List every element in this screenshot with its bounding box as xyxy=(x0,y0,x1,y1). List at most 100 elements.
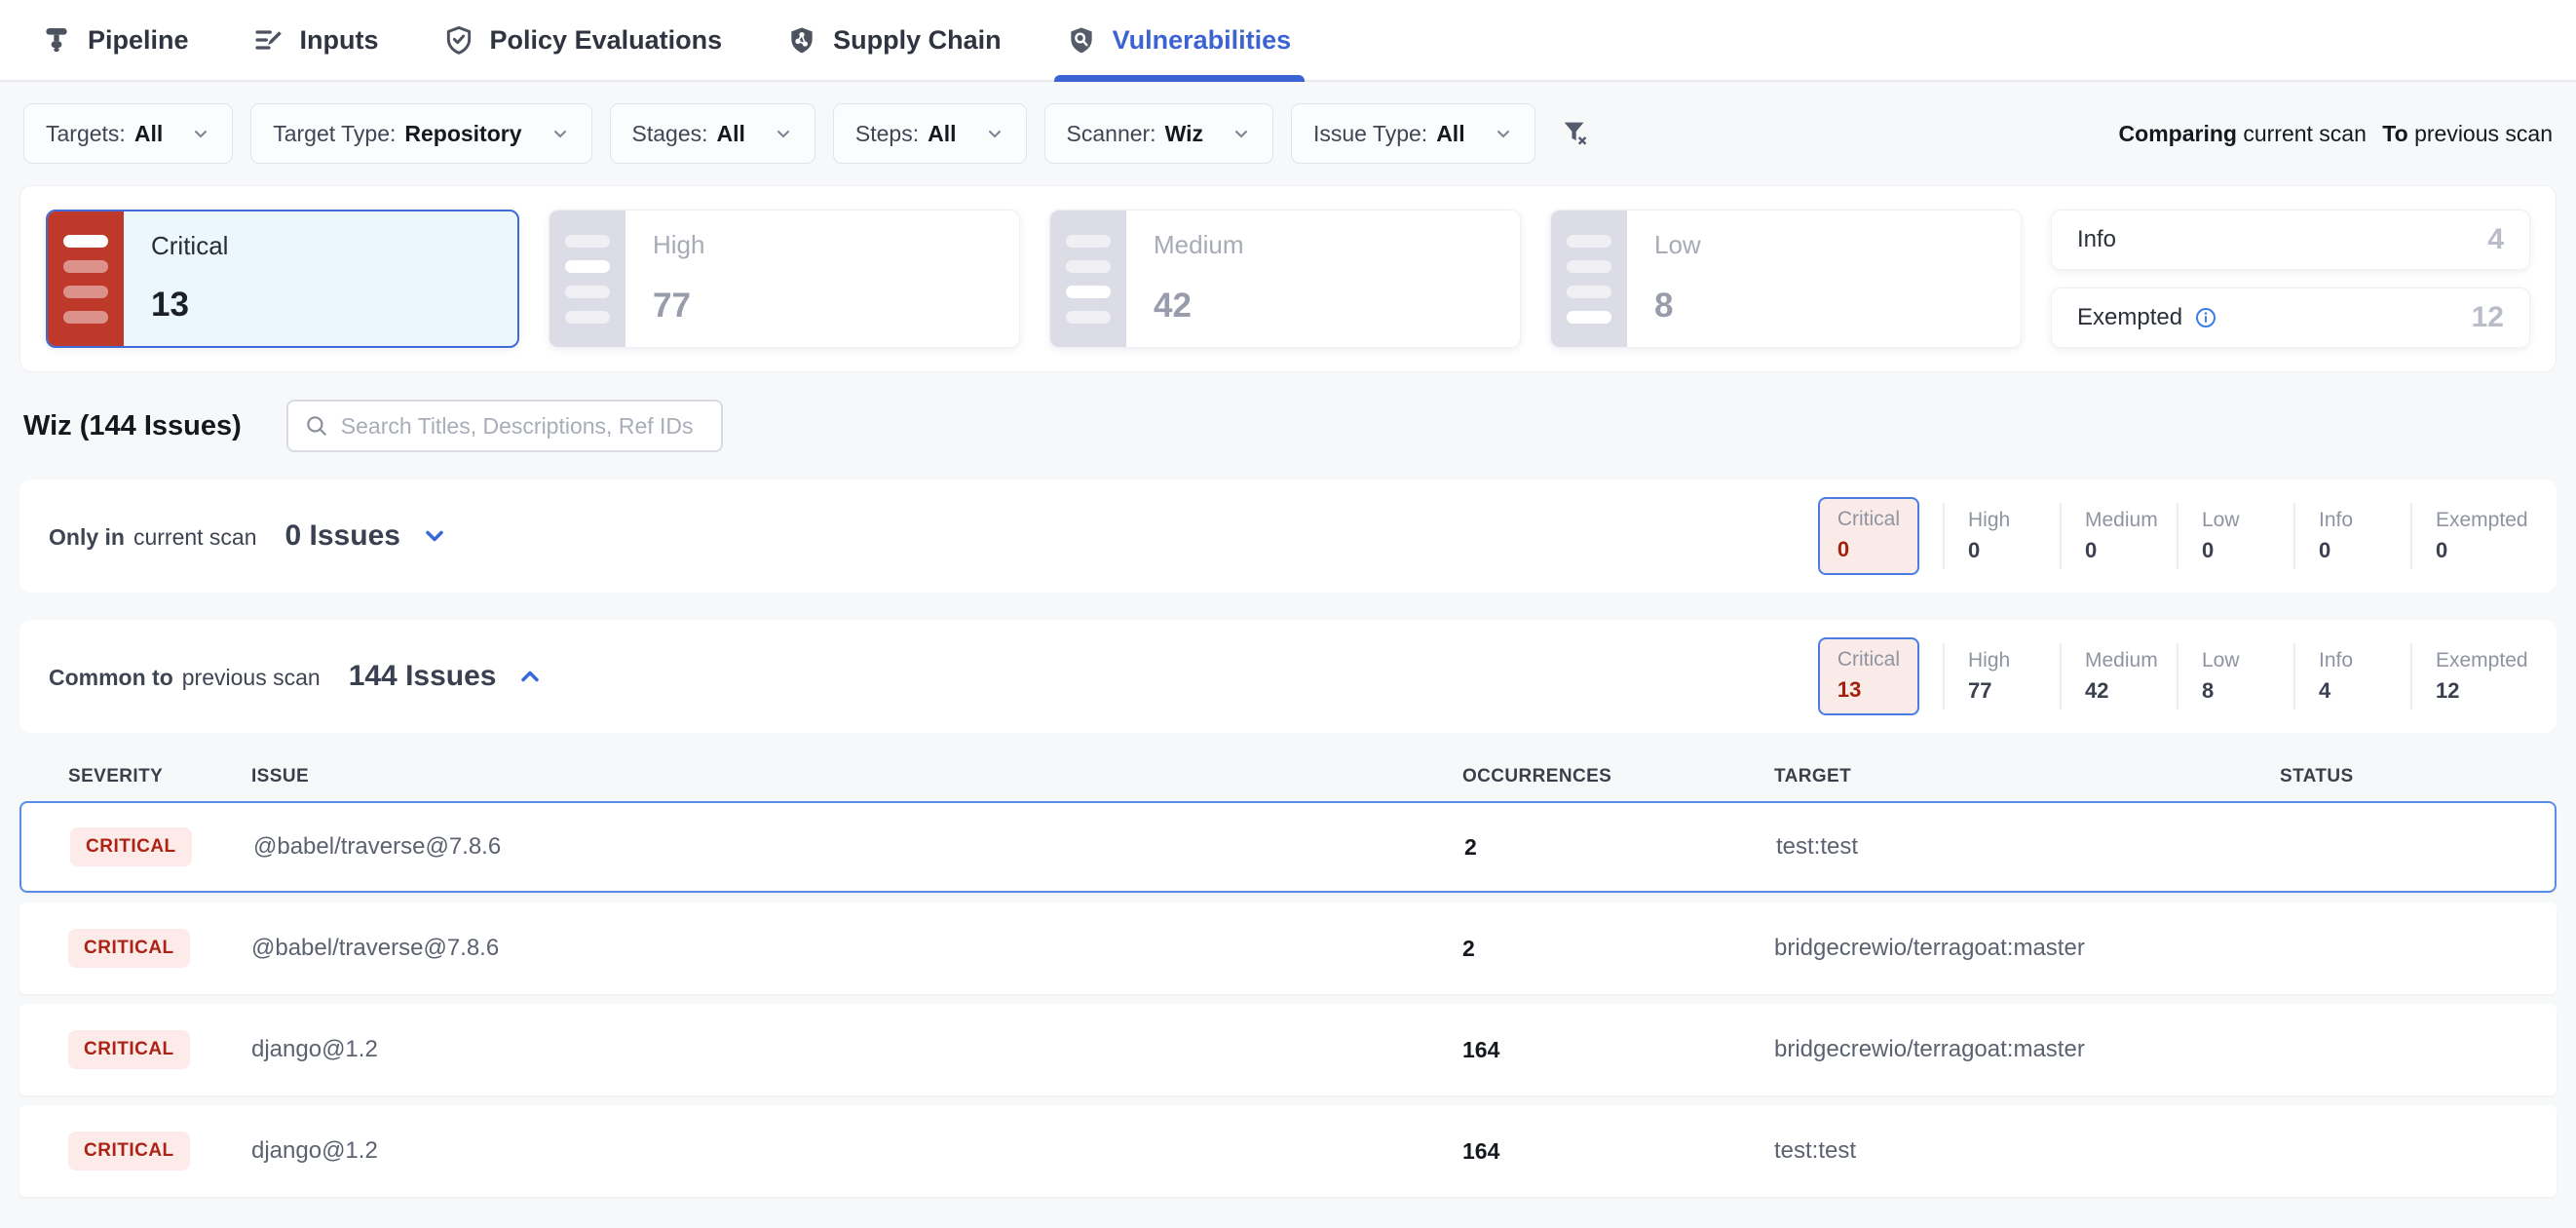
severity-badge: CRITICAL xyxy=(68,1030,190,1069)
chevron-down-icon xyxy=(1231,124,1251,143)
section-issue-count: 144 Issues xyxy=(349,660,497,693)
count-chip-medium[interactable]: Medium 42 xyxy=(2060,643,2177,710)
severity-card-label: Medium xyxy=(1154,230,1243,260)
tab-inputs[interactable]: Inputs xyxy=(253,0,379,80)
severity-card-high[interactable]: High 77 xyxy=(549,210,1020,348)
filter-label: Targets: xyxy=(46,121,126,147)
count-chip-critical[interactable]: Critical 0 xyxy=(1818,497,1919,575)
chevron-down-icon[interactable] xyxy=(421,522,448,550)
tab-vulnerabilities[interactable]: Vulnerabilities xyxy=(1066,0,1292,80)
count-value: 0 xyxy=(2436,538,2527,563)
column-header-issue: ISSUE xyxy=(251,766,1462,787)
count-label: Critical xyxy=(1837,648,1900,672)
count-chip-medium[interactable]: Medium 0 xyxy=(2060,503,2177,569)
tab-label: Vulnerabilities xyxy=(1113,25,1292,56)
count-chip-info[interactable]: Info 4 xyxy=(2293,643,2410,710)
section-prefix: Common to xyxy=(49,665,173,691)
comparing-bold: Comparing xyxy=(2119,121,2237,146)
count-label: Low xyxy=(2202,509,2293,532)
filter-bar: Targets: All Target Type: Repository Sta… xyxy=(0,82,2576,181)
severity-card-low[interactable]: Low 8 xyxy=(1550,210,2022,348)
severity-card-medium[interactable]: Medium 42 xyxy=(1049,210,1521,348)
info-exempted-column: Info 4 Exempted 12 xyxy=(2051,210,2530,348)
exempted-card[interactable]: Exempted 12 xyxy=(2051,288,2530,348)
shield-search-icon xyxy=(1066,24,1097,56)
only-current-scan-panel: Only in current scan 0 Issues Critical 0… xyxy=(19,480,2557,593)
comparing-text: previous scan xyxy=(2414,121,2553,146)
count-value: 13 xyxy=(1837,677,1900,703)
tab-label: Inputs xyxy=(300,25,379,56)
search-input[interactable] xyxy=(341,413,705,440)
severity-card-label: Low xyxy=(1654,230,1701,260)
occurrences-cell: 2 xyxy=(1464,834,1776,861)
inputs-icon xyxy=(253,24,284,56)
severity-card-label: High xyxy=(653,230,704,260)
exempted-card-label: Exempted xyxy=(2077,304,2182,331)
count-value: 0 xyxy=(1968,538,2060,563)
severity-summary-band: Critical 13 High 77 Medium 42 Low 8 I xyxy=(19,185,2557,372)
severity-card-critical[interactable]: Critical 13 xyxy=(46,210,519,348)
filter-scanner[interactable]: Scanner: Wiz xyxy=(1044,103,1273,164)
filter-issue-type[interactable]: Issue Type: All xyxy=(1291,103,1535,164)
filter-label: Scanner: xyxy=(1067,121,1156,147)
tab-pipeline[interactable]: Pipeline xyxy=(41,0,189,80)
count-label: High xyxy=(1968,509,2060,532)
filter-label: Issue Type: xyxy=(1313,121,1427,147)
exempted-card-value: 12 xyxy=(2472,301,2504,334)
severity-counts-group: Critical 13 High 77 Medium 42 Low 8 Info… xyxy=(1818,637,2527,715)
filter-steps[interactable]: Steps: All xyxy=(833,103,1027,164)
count-chip-critical[interactable]: Critical 13 xyxy=(1818,637,1919,715)
target-cell: test:test xyxy=(1776,833,2282,861)
only-current-scan-toggle[interactable]: Only in current scan 0 Issues xyxy=(49,519,448,553)
info-card[interactable]: Info 4 xyxy=(2051,210,2530,270)
count-label: Medium xyxy=(2085,649,2177,672)
count-label: Exempted xyxy=(2436,509,2527,532)
count-chip-high[interactable]: High 0 xyxy=(1943,503,2060,569)
common-previous-scan-toggle[interactable]: Common to previous scan 144 Issues xyxy=(49,660,544,693)
tab-label: Policy Evaluations xyxy=(490,25,723,56)
count-label: Low xyxy=(2202,649,2293,672)
clear-filters-icon[interactable] xyxy=(1559,117,1592,150)
severity-card-label: Critical xyxy=(151,231,228,261)
count-chip-low[interactable]: Low 8 xyxy=(2177,643,2293,710)
chevron-down-icon xyxy=(985,124,1004,143)
severity-gauge-icon xyxy=(549,211,625,347)
filter-value: All xyxy=(134,121,163,147)
issue-cell: @babel/traverse@7.8.6 xyxy=(253,833,1464,861)
column-header-status: STATUS xyxy=(2280,766,2557,787)
tab-supply-chain[interactable]: Supply Chain xyxy=(786,0,1002,80)
chevron-down-icon xyxy=(774,124,793,143)
tab-policy-evaluations[interactable]: Policy Evaluations xyxy=(443,0,723,80)
count-value: 0 xyxy=(2085,538,2177,563)
count-chip-exempted[interactable]: Exempted 0 xyxy=(2410,503,2527,569)
count-chip-info[interactable]: Info 0 xyxy=(2293,503,2410,569)
severity-counts-group: Critical 0 High 0 Medium 0 Low 0 Info 0 … xyxy=(1818,497,2527,575)
chevron-up-icon[interactable] xyxy=(516,663,544,690)
table-row[interactable]: CRITICAL @babel/traverse@7.8.6 2 bridgec… xyxy=(19,902,2557,994)
severity-gauge-icon xyxy=(1551,211,1627,347)
severity-card-value: 42 xyxy=(1154,287,1243,326)
info-circle-icon[interactable] xyxy=(2194,306,2217,329)
table-row[interactable]: CRITICAL django@1.2 164 bridgecrewio/ter… xyxy=(19,1004,2557,1095)
count-chip-high[interactable]: High 77 xyxy=(1943,643,2060,710)
table-row[interactable]: CRITICAL django@1.2 164 test:test xyxy=(19,1105,2557,1197)
filter-target-type[interactable]: Target Type: Repository xyxy=(250,103,591,164)
filter-stages[interactable]: Stages: All xyxy=(610,103,815,164)
shield-check-icon xyxy=(443,24,474,56)
table-row[interactable]: CRITICAL @babel/traverse@7.8.6 2 test:te… xyxy=(19,801,2557,893)
occurrences-cell: 2 xyxy=(1462,936,1774,962)
severity-badge: CRITICAL xyxy=(70,827,192,866)
section-prefix: Only in xyxy=(49,524,125,551)
target-cell: test:test xyxy=(1774,1137,2280,1165)
column-header-occurrences: OCCURRENCES xyxy=(1462,766,1774,787)
count-chip-low[interactable]: Low 0 xyxy=(2177,503,2293,569)
filter-label: Target Type: xyxy=(273,121,396,147)
common-previous-scan-panel: Common to previous scan 144 Issues Criti… xyxy=(19,620,2557,733)
count-chip-exempted[interactable]: Exempted 12 xyxy=(2410,643,2527,710)
severity-card-value: 13 xyxy=(151,286,228,325)
count-label: High xyxy=(1968,649,2060,672)
target-cell: bridgecrewio/terragoat:master xyxy=(1774,1036,2280,1063)
comparing-text: current scan xyxy=(2243,121,2367,146)
count-label: Exempted xyxy=(2436,649,2527,672)
filter-targets[interactable]: Targets: All xyxy=(23,103,233,164)
